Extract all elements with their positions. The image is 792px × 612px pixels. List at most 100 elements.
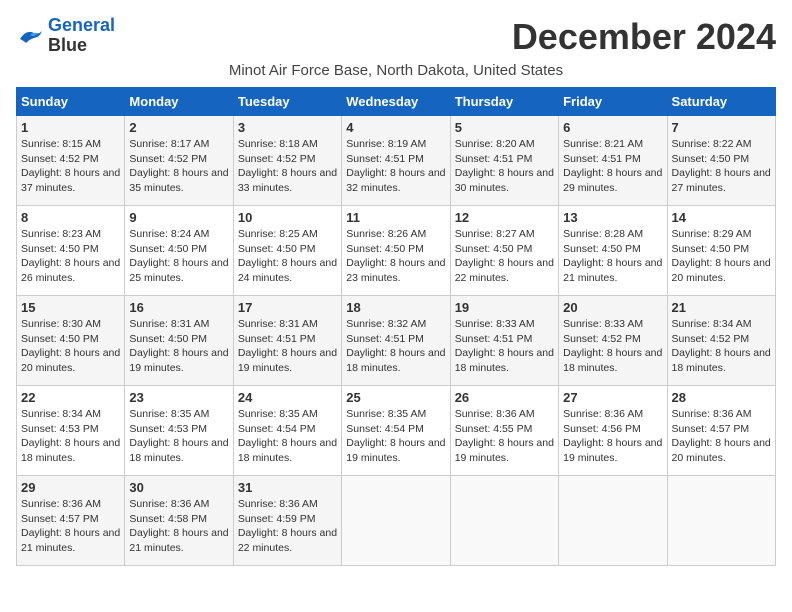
calendar-cell: 26 Sunrise: 8:36 AM Sunset: 4:55 PM Dayl…: [450, 386, 558, 476]
page-header: General Blue December 2024: [16, 16, 776, 58]
calendar-week-2: 8 Sunrise: 8:23 AM Sunset: 4:50 PM Dayli…: [17, 206, 776, 296]
day-detail: Sunrise: 8:31 AM Sunset: 4:50 PM Dayligh…: [129, 317, 228, 376]
day-detail: Sunrise: 8:23 AM Sunset: 4:50 PM Dayligh…: [21, 227, 120, 286]
calendar-cell: 23 Sunrise: 8:35 AM Sunset: 4:53 PM Dayl…: [125, 386, 233, 476]
logo-bird-icon: [16, 25, 44, 47]
day-number: 23: [129, 390, 228, 405]
day-number: 7: [672, 120, 771, 135]
day-detail: Sunrise: 8:36 AM Sunset: 4:56 PM Dayligh…: [563, 407, 662, 466]
logo: General Blue: [16, 16, 115, 56]
day-number: 15: [21, 300, 120, 315]
calendar-cell: [342, 476, 450, 566]
day-number: 13: [563, 210, 662, 225]
day-detail: Sunrise: 8:36 AM Sunset: 4:58 PM Dayligh…: [129, 497, 228, 556]
logo-text: General Blue: [48, 16, 115, 56]
day-detail: Sunrise: 8:21 AM Sunset: 4:51 PM Dayligh…: [563, 137, 662, 196]
calendar-cell: 14 Sunrise: 8:29 AM Sunset: 4:50 PM Dayl…: [667, 206, 775, 296]
calendar-cell: 15 Sunrise: 8:30 AM Sunset: 4:50 PM Dayl…: [17, 296, 125, 386]
day-detail: Sunrise: 8:36 AM Sunset: 4:59 PM Dayligh…: [238, 497, 337, 556]
day-detail: Sunrise: 8:36 AM Sunset: 4:55 PM Dayligh…: [455, 407, 554, 466]
weekday-header-sunday: Sunday: [17, 88, 125, 116]
day-number: 3: [238, 120, 337, 135]
calendar-cell: 28 Sunrise: 8:36 AM Sunset: 4:57 PM Dayl…: [667, 386, 775, 476]
weekday-header-saturday: Saturday: [667, 88, 775, 116]
day-detail: Sunrise: 8:35 AM Sunset: 4:54 PM Dayligh…: [238, 407, 337, 466]
day-detail: Sunrise: 8:22 AM Sunset: 4:50 PM Dayligh…: [672, 137, 771, 196]
calendar-cell: 30 Sunrise: 8:36 AM Sunset: 4:58 PM Dayl…: [125, 476, 233, 566]
month-title: December 2024: [512, 16, 776, 58]
day-detail: Sunrise: 8:20 AM Sunset: 4:51 PM Dayligh…: [455, 137, 554, 196]
weekday-header-monday: Monday: [125, 88, 233, 116]
day-detail: Sunrise: 8:35 AM Sunset: 4:54 PM Dayligh…: [346, 407, 445, 466]
day-detail: Sunrise: 8:34 AM Sunset: 4:53 PM Dayligh…: [21, 407, 120, 466]
calendar-cell: [559, 476, 667, 566]
calendar-week-5: 29 Sunrise: 8:36 AM Sunset: 4:57 PM Dayl…: [17, 476, 776, 566]
day-detail: Sunrise: 8:24 AM Sunset: 4:50 PM Dayligh…: [129, 227, 228, 286]
calendar-cell: 25 Sunrise: 8:35 AM Sunset: 4:54 PM Dayl…: [342, 386, 450, 476]
calendar-cell: 18 Sunrise: 8:32 AM Sunset: 4:51 PM Dayl…: [342, 296, 450, 386]
calendar-cell: 6 Sunrise: 8:21 AM Sunset: 4:51 PM Dayli…: [559, 116, 667, 206]
day-number: 9: [129, 210, 228, 225]
calendar-cell: 9 Sunrise: 8:24 AM Sunset: 4:50 PM Dayli…: [125, 206, 233, 296]
day-number: 12: [455, 210, 554, 225]
calendar-cell: 20 Sunrise: 8:33 AM Sunset: 4:52 PM Dayl…: [559, 296, 667, 386]
calendar-week-4: 22 Sunrise: 8:34 AM Sunset: 4:53 PM Dayl…: [17, 386, 776, 476]
day-detail: Sunrise: 8:15 AM Sunset: 4:52 PM Dayligh…: [21, 137, 120, 196]
day-detail: Sunrise: 8:35 AM Sunset: 4:53 PM Dayligh…: [129, 407, 228, 466]
day-number: 4: [346, 120, 445, 135]
calendar-header: SundayMondayTuesdayWednesdayThursdayFrid…: [17, 88, 776, 116]
calendar-cell: 2 Sunrise: 8:17 AM Sunset: 4:52 PM Dayli…: [125, 116, 233, 206]
weekday-header-wednesday: Wednesday: [342, 88, 450, 116]
calendar-cell: 3 Sunrise: 8:18 AM Sunset: 4:52 PM Dayli…: [233, 116, 341, 206]
calendar-cell: 31 Sunrise: 8:36 AM Sunset: 4:59 PM Dayl…: [233, 476, 341, 566]
day-number: 6: [563, 120, 662, 135]
calendar-cell: 19 Sunrise: 8:33 AM Sunset: 4:51 PM Dayl…: [450, 296, 558, 386]
day-detail: Sunrise: 8:17 AM Sunset: 4:52 PM Dayligh…: [129, 137, 228, 196]
day-number: 8: [21, 210, 120, 225]
calendar-cell: 10 Sunrise: 8:25 AM Sunset: 4:50 PM Dayl…: [233, 206, 341, 296]
calendar-cell: 21 Sunrise: 8:34 AM Sunset: 4:52 PM Dayl…: [667, 296, 775, 386]
calendar-week-1: 1 Sunrise: 8:15 AM Sunset: 4:52 PM Dayli…: [17, 116, 776, 206]
day-number: 17: [238, 300, 337, 315]
calendar-cell: 16 Sunrise: 8:31 AM Sunset: 4:50 PM Dayl…: [125, 296, 233, 386]
day-number: 21: [672, 300, 771, 315]
calendar-cell: [667, 476, 775, 566]
calendar-cell: [450, 476, 558, 566]
day-number: 28: [672, 390, 771, 405]
day-detail: Sunrise: 8:32 AM Sunset: 4:51 PM Dayligh…: [346, 317, 445, 376]
calendar-cell: 17 Sunrise: 8:31 AM Sunset: 4:51 PM Dayl…: [233, 296, 341, 386]
calendar-week-3: 15 Sunrise: 8:30 AM Sunset: 4:50 PM Dayl…: [17, 296, 776, 386]
day-number: 2: [129, 120, 228, 135]
day-detail: Sunrise: 8:33 AM Sunset: 4:52 PM Dayligh…: [563, 317, 662, 376]
day-detail: Sunrise: 8:30 AM Sunset: 4:50 PM Dayligh…: [21, 317, 120, 376]
day-detail: Sunrise: 8:18 AM Sunset: 4:52 PM Dayligh…: [238, 137, 337, 196]
day-number: 26: [455, 390, 554, 405]
day-number: 27: [563, 390, 662, 405]
day-detail: Sunrise: 8:34 AM Sunset: 4:52 PM Dayligh…: [672, 317, 771, 376]
day-detail: Sunrise: 8:36 AM Sunset: 4:57 PM Dayligh…: [21, 497, 120, 556]
day-number: 31: [238, 480, 337, 495]
day-detail: Sunrise: 8:25 AM Sunset: 4:50 PM Dayligh…: [238, 227, 337, 286]
day-number: 10: [238, 210, 337, 225]
day-number: 25: [346, 390, 445, 405]
day-detail: Sunrise: 8:26 AM Sunset: 4:50 PM Dayligh…: [346, 227, 445, 286]
day-detail: Sunrise: 8:28 AM Sunset: 4:50 PM Dayligh…: [563, 227, 662, 286]
day-number: 11: [346, 210, 445, 225]
day-number: 24: [238, 390, 337, 405]
calendar-cell: 11 Sunrise: 8:26 AM Sunset: 4:50 PM Dayl…: [342, 206, 450, 296]
calendar-cell: 29 Sunrise: 8:36 AM Sunset: 4:57 PM Dayl…: [17, 476, 125, 566]
day-detail: Sunrise: 8:19 AM Sunset: 4:51 PM Dayligh…: [346, 137, 445, 196]
day-number: 16: [129, 300, 228, 315]
day-number: 19: [455, 300, 554, 315]
day-number: 20: [563, 300, 662, 315]
calendar-cell: 8 Sunrise: 8:23 AM Sunset: 4:50 PM Dayli…: [17, 206, 125, 296]
calendar-cell: 7 Sunrise: 8:22 AM Sunset: 4:50 PM Dayli…: [667, 116, 775, 206]
calendar-cell: 27 Sunrise: 8:36 AM Sunset: 4:56 PM Dayl…: [559, 386, 667, 476]
calendar-cell: 24 Sunrise: 8:35 AM Sunset: 4:54 PM Dayl…: [233, 386, 341, 476]
day-detail: Sunrise: 8:29 AM Sunset: 4:50 PM Dayligh…: [672, 227, 771, 286]
calendar-cell: 12 Sunrise: 8:27 AM Sunset: 4:50 PM Dayl…: [450, 206, 558, 296]
day-number: 5: [455, 120, 554, 135]
day-detail: Sunrise: 8:27 AM Sunset: 4:50 PM Dayligh…: [455, 227, 554, 286]
calendar-cell: 13 Sunrise: 8:28 AM Sunset: 4:50 PM Dayl…: [559, 206, 667, 296]
calendar-table: SundayMondayTuesdayWednesdayThursdayFrid…: [16, 87, 776, 566]
